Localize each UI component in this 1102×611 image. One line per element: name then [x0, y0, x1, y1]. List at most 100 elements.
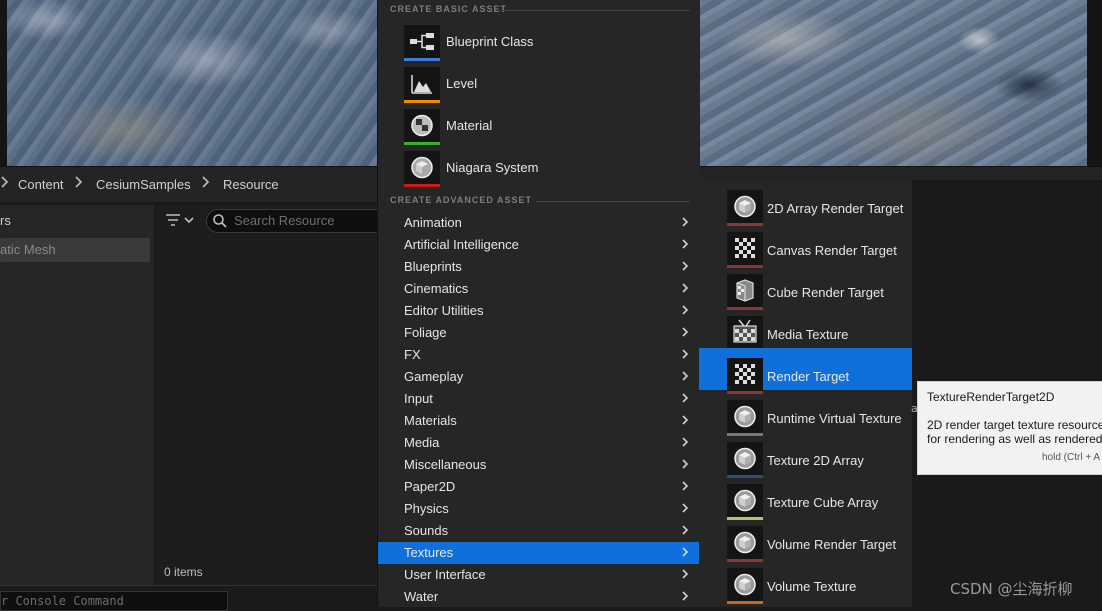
- sphere-icon: [727, 190, 763, 226]
- submenu-item-label: Cube Render Target: [767, 285, 884, 300]
- chevron-right-icon: [680, 302, 690, 322]
- breadcrumb-item-content[interactable]: Content: [18, 177, 64, 192]
- menu-item-blueprints[interactable]: Blueprints: [378, 256, 700, 278]
- menu-item-artificial-intelligence[interactable]: Artificial Intelligence: [378, 234, 700, 256]
- niagara-icon: [404, 151, 440, 187]
- menu-item-label: Blueprints: [404, 259, 462, 274]
- submenu-item-cube-render-target[interactable]: Cube Render Target: [699, 264, 912, 310]
- cube-texture-icon: [727, 274, 763, 310]
- search-input[interactable]: Search Resource: [206, 209, 388, 233]
- asset-view-panel: Search Resource 0 items: [156, 205, 388, 585]
- menu-item-label: Animation: [404, 215, 462, 230]
- menu-item-label: Cinematics: [404, 281, 469, 296]
- menu-item-media[interactable]: Media: [378, 432, 700, 454]
- tooltip: TextureRenderTarget2D 2D render target t…: [917, 381, 1102, 475]
- textures-submenu: 2D Array Render Target Canvas Render Targ…: [699, 180, 912, 607]
- viewport-terrain-left: [7, 0, 377, 166]
- submenu-item-render-target[interactable]: Render Target: [699, 348, 912, 394]
- blueprint-icon: [404, 25, 440, 61]
- menu-item-niagara-system[interactable]: Niagara System: [404, 150, 684, 188]
- menu-item-label: Artificial Intelligence: [404, 237, 519, 252]
- menu-item-label: Textures: [404, 545, 454, 560]
- chevron-right-icon: [680, 500, 690, 520]
- menu-item-miscellaneous[interactable]: Miscellaneous: [378, 454, 700, 476]
- menu-item-label: User Interface: [404, 567, 486, 582]
- console-command-input[interactable]: r Console Command: [0, 591, 228, 611]
- menu-item-level[interactable]: Level: [404, 66, 684, 104]
- menu-item-foliage[interactable]: Foliage: [378, 322, 700, 344]
- submenu-item-texture-cube-array[interactable]: Texture Cube Array: [699, 474, 912, 520]
- material-icon: [404, 109, 440, 145]
- submenu-item-canvas-render-target[interactable]: Canvas Render Target: [699, 222, 912, 268]
- menu-item-water[interactable]: Water: [378, 586, 700, 608]
- sphere-icon: [727, 568, 763, 604]
- menu-item-cinematics[interactable]: Cinematics: [378, 278, 700, 300]
- chevron-right-icon: [680, 434, 690, 454]
- submenu-item-volume-texture[interactable]: Volume Texture: [699, 558, 912, 604]
- chevron-right-icon: [680, 522, 690, 542]
- sphere-icon: [727, 484, 763, 520]
- chevron-right-icon: [680, 566, 690, 586]
- section-header-advanced: CREATE ADVANCED ASSET: [390, 195, 533, 205]
- menu-item-label: Blueprint Class: [446, 34, 534, 49]
- menu-item-animation[interactable]: Animation: [378, 212, 700, 234]
- menu-item-input[interactable]: Input: [378, 388, 700, 410]
- create-asset-menu: CREATE BASIC ASSET Blueprint Class Level: [377, 0, 700, 607]
- breadcrumb-item-resource[interactable]: Resource: [223, 177, 279, 192]
- menu-item-paper2d[interactable]: Paper2D: [378, 476, 700, 498]
- filter-button[interactable]: [164, 211, 198, 231]
- menu-item-label: Media: [404, 435, 440, 450]
- menu-item-label: Materials: [404, 413, 457, 428]
- submenu-item-media-texture[interactable]: Media Texture: [699, 306, 912, 352]
- console-placeholder: r Console Command: [1, 594, 124, 608]
- menu-item-physics[interactable]: Physics: [378, 498, 700, 520]
- breadcrumb-item-cesiumsamples[interactable]: CesiumSamples: [96, 177, 191, 192]
- menu-item-fx[interactable]: FX: [378, 344, 700, 366]
- menu-item-materials[interactable]: Materials: [378, 410, 700, 432]
- menu-item-label: Editor Utilities: [404, 303, 484, 318]
- menu-item-blueprint-class[interactable]: Blueprint Class: [404, 24, 684, 62]
- menu-item-gameplay[interactable]: Gameplay: [378, 366, 700, 388]
- submenu-item-texture-2d-array[interactable]: Texture 2D Array: [699, 432, 912, 478]
- chevron-right-icon: [680, 456, 690, 476]
- chevron-right-icon: [680, 214, 690, 234]
- menu-item-editor-utilities[interactable]: Editor Utilities: [378, 300, 700, 322]
- chevron-right-icon: [680, 588, 690, 608]
- menu-item-user-interface[interactable]: User Interface: [378, 564, 700, 586]
- checker-icon: [727, 232, 763, 268]
- menu-item-label: Level: [446, 76, 478, 91]
- sources-list-item-label: atic Mesh: [0, 242, 56, 257]
- menu-item-label: Niagara System: [446, 160, 539, 175]
- search-icon: [212, 213, 228, 233]
- stray-text: a: [911, 402, 918, 415]
- tooltip-hint: hold (Ctrl + A: [1042, 452, 1101, 463]
- menu-item-sounds[interactable]: Sounds: [378, 520, 700, 542]
- submenu-item-volume-render-target[interactable]: Volume Render Target: [699, 516, 912, 562]
- menu-item-label: Miscellaneous: [404, 457, 487, 472]
- submenu-item-label: Volume Texture: [767, 579, 857, 594]
- submenu-item-label: Canvas Render Target: [767, 243, 897, 258]
- menu-item-textures[interactable]: Textures: [378, 542, 700, 564]
- submenu-item-runtime-virtual-texture[interactable]: Runtime Virtual Texture: [699, 390, 912, 436]
- submenu-item-2d-array-render-target[interactable]: 2D Array Render Target: [699, 180, 912, 226]
- item-count: 0 items: [164, 565, 203, 579]
- submenu-item-label: 2D Array Render Target: [767, 201, 904, 216]
- sources-panel-title: rs: [0, 213, 11, 228]
- sphere-icon: [727, 442, 763, 478]
- sources-list-item[interactable]: atic Mesh: [0, 238, 150, 262]
- menu-item-material[interactable]: Material: [404, 108, 684, 146]
- submenu-item-label: Texture 2D Array: [767, 453, 864, 468]
- checker-icon: [727, 358, 763, 394]
- tooltip-title: TextureRenderTarget2D: [927, 390, 1055, 404]
- watermark: CSDN @尘海折柳: [950, 580, 1073, 598]
- search-placeholder: Search Resource: [234, 213, 335, 228]
- divider: [500, 10, 690, 11]
- viewport-terrain-right: [699, 0, 1087, 166]
- menu-item-label: Foliage: [404, 325, 447, 340]
- sphere-icon: [727, 400, 763, 436]
- menu-item-label: Sounds: [404, 523, 449, 538]
- chevron-right-icon: [680, 346, 690, 366]
- submenu-item-label: Render Target: [767, 369, 850, 384]
- menu-item-label: Paper2D: [404, 479, 456, 494]
- media-texture-icon: [727, 316, 763, 352]
